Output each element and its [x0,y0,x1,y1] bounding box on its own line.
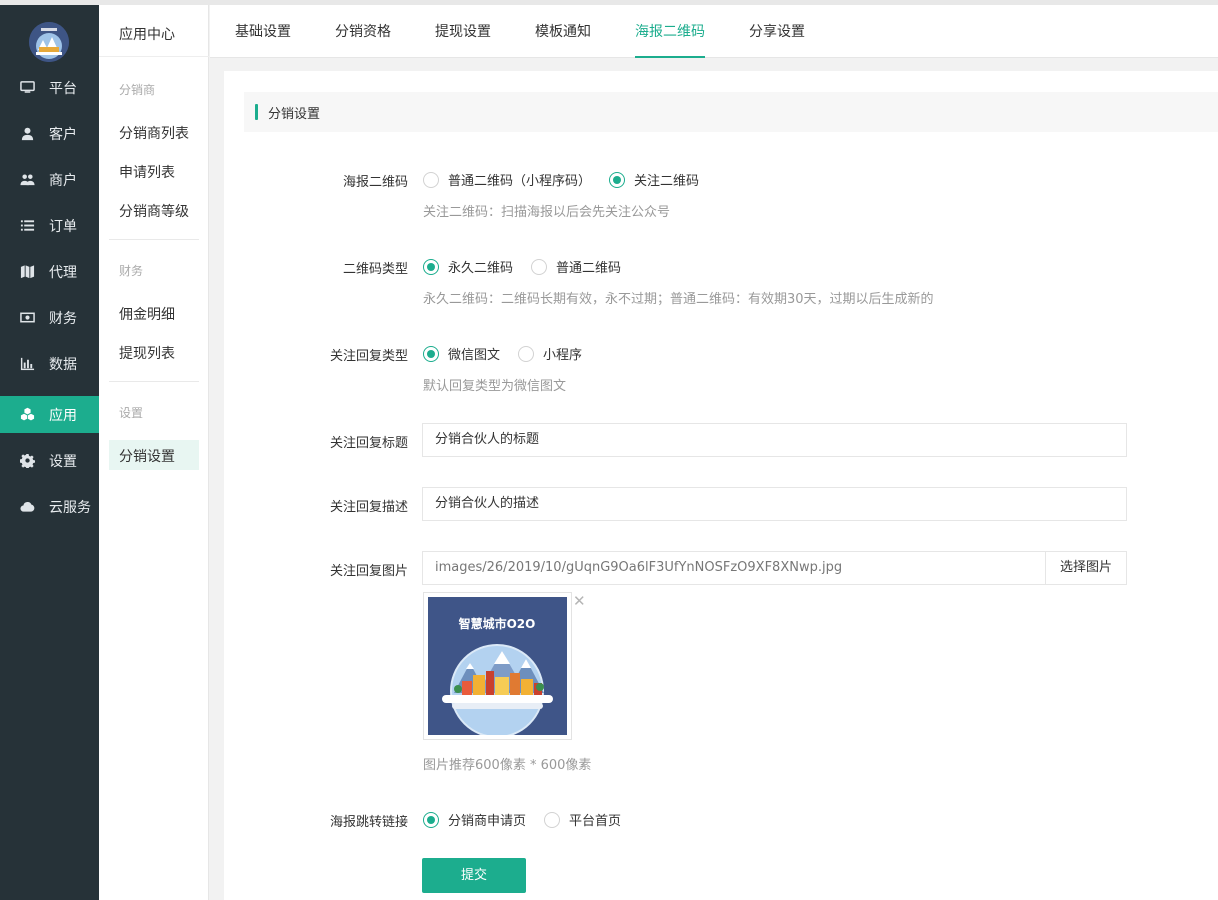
app-submenu: 应用中心 分销商 分销商列表 申请列表 分销商等级 财务 佣金明细 提现列表 设… [99,5,209,900]
tab-poster-qrcode[interactable]: 海报二维码 [635,5,705,58]
qr-type-option-permanent[interactable]: 永久二维码 [448,257,513,276]
submenu-group-settings: 设置 [119,406,144,420]
monitor-icon [19,80,35,96]
tab-withdraw-settings[interactable]: 提现设置 [435,5,491,58]
poster-qr-radio-group: 普通二维码（小程序码） 关注二维码 [423,170,717,189]
qr-type-radio-group: 永久二维码 普通二维码 [423,257,639,276]
reply-type-radio-miniprogram[interactable] [518,345,535,362]
remove-image-icon[interactable]: ✕ [573,593,586,609]
reply-type-radio-news[interactable] [423,345,439,362]
poster-qr-label: 海报二维码 [342,175,408,190]
tab-template-notice[interactable]: 模板通知 [535,5,591,58]
submenu-link-distribution-settings[interactable]: 分销设置 [119,446,175,466]
nav-customer[interactable]: 客户 [0,115,99,152]
divider [99,56,209,57]
nav-finance[interactable]: 财务 [0,299,99,336]
cloud-icon [19,499,35,515]
poster-qr-radio-normal[interactable] [423,171,439,188]
submenu-title[interactable]: 应用中心 [119,24,175,44]
user-icon [19,126,35,142]
reply-title-label: 关注回复标题 [329,436,408,451]
choose-image-button[interactable]: 选择图片 [1046,551,1127,585]
tab-share-settings[interactable]: 分享设置 [749,5,805,58]
qr-type-hint: 永久二维码：二维码长期有效，永不过期；普通二维码：有效期30天，过期以后生成新的 [423,292,934,307]
submenu-link-application-list[interactable]: 申请列表 [119,162,175,182]
nav-label: 云服务 [49,499,91,516]
reply-image-label: 关注回复图片 [329,564,408,579]
nav-label: 代理 [49,264,77,281]
main-sidebar: 平台 客户 商户 订单 代理 财务 数据 应用 设置 云服务 [0,0,99,900]
nav-data[interactable]: 数据 [0,345,99,382]
nav-merchant[interactable]: 商户 [0,161,99,198]
money-icon [19,310,35,326]
section-title: 分销设置 [268,107,321,122]
tab-bar: 基础设置 分销资格 提现设置 模板通知 海报二维码 分享设置 [210,5,1218,58]
reply-type-radio-group: 微信图文 小程序 [423,344,600,363]
nav-label: 数据 [49,356,77,373]
reply-desc-input[interactable]: 分销合伙人的描述 [422,487,1127,521]
submit-button[interactable]: 提交 [422,858,526,893]
jump-link-radio-group: 分销商申请页 平台首页 [423,810,639,829]
jump-link-label: 海报跳转链接 [329,815,408,830]
poster-qr-option-normal[interactable]: 普通二维码（小程序码） [448,170,591,189]
jump-link-option-home[interactable]: 平台首页 [569,810,621,829]
nav-label: 设置 [49,453,77,470]
bar-chart-icon [19,356,35,372]
nav-label: 平台 [49,80,77,97]
city-illustration-image: 智慧城市O2O [428,597,567,738]
reply-type-option-news[interactable]: 微信图文 [448,344,500,363]
poster-qr-hint: 关注二维码：扫描海报以后会先关注公众号 [423,205,671,220]
submenu-group-distributor: 分销商 [119,83,156,97]
submenu-link-withdraw-list[interactable]: 提现列表 [119,343,175,363]
nav-label: 客户 [49,126,77,143]
qr-type-option-normal[interactable]: 普通二维码 [556,257,621,276]
preview-caption: 智慧城市O2O [458,616,536,631]
qr-type-radio-permanent[interactable] [423,258,439,275]
cubes-icon [19,407,35,423]
nav-settings[interactable]: 设置 [0,442,99,479]
reply-desc-label: 关注回复描述 [329,500,408,515]
submenu-link-distributor-list[interactable]: 分销商列表 [119,123,189,143]
tab-basic-settings[interactable]: 基础设置 [235,5,291,58]
nav-cloud[interactable]: 云服务 [0,488,99,525]
submenu-link-commission-detail[interactable]: 佣金明细 [119,304,175,324]
reply-image-hint: 图片推荐600像素 * 600像素 [423,758,592,773]
jump-link-option-apply[interactable]: 分销商申请页 [448,810,526,829]
divider [109,381,199,382]
poster-qr-radio-follow[interactable] [609,171,626,188]
reply-type-option-miniprogram[interactable]: 小程序 [543,344,582,363]
nav-label: 订单 [49,218,77,235]
section-accent-bar [255,104,258,120]
users-icon [19,172,35,188]
reply-image-path-input[interactable]: images/26/2019/10/gUqnG9Oa6lF3UfYnNOSFzO… [422,551,1046,585]
jump-link-radio-home[interactable] [544,811,561,828]
nav-label: 商户 [49,172,77,189]
nav-apps[interactable]: 应用 [0,396,99,433]
qr-type-radio-normal[interactable] [531,258,548,275]
settings-card: 分销设置 海报二维码 普通二维码（小程序码） 关注二维码 关注二维码：扫描海报以… [224,71,1218,900]
qr-type-label: 二维码类型 [342,262,408,277]
reply-image-preview: 智慧城市O2O [423,592,572,740]
submenu-group-finance: 财务 [119,264,144,278]
app-logo[interactable] [29,22,69,62]
section-header: 分销设置 [244,92,1218,132]
reply-title-input[interactable]: 分销合伙人的标题 [422,423,1127,457]
jump-link-radio-apply[interactable] [423,811,439,828]
poster-qr-option-follow[interactable]: 关注二维码 [634,170,699,189]
submenu-link-distributor-level[interactable]: 分销商等级 [119,201,189,221]
nav-platform[interactable]: 平台 [0,69,99,106]
gear-icon [19,453,35,469]
nav-agent[interactable]: 代理 [0,253,99,290]
reply-type-hint: 默认回复类型为微信图文 [423,379,567,394]
nav-label: 财务 [49,310,77,327]
nav-label: 应用 [49,407,77,424]
reply-type-label: 关注回复类型 [329,349,408,364]
divider [109,239,199,240]
map-icon [19,264,35,280]
nav-orders[interactable]: 订单 [0,207,99,244]
tab-distribution-qualification[interactable]: 分销资格 [335,5,391,58]
list-icon [19,218,35,234]
